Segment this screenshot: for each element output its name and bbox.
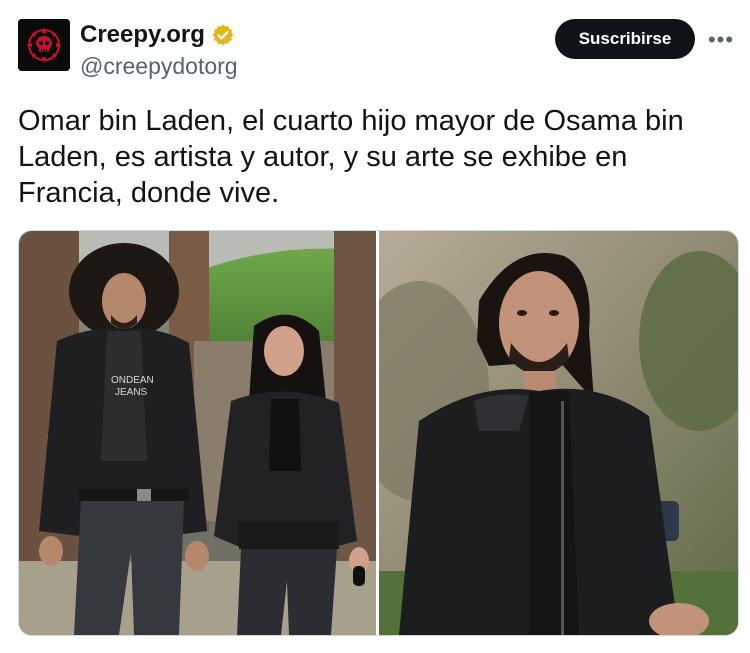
author-name-row: Creepy.org — [80, 20, 235, 50]
user-handle[interactable]: @creepydotorg — [80, 52, 238, 80]
skull-logo-icon — [18, 19, 70, 71]
tweet-text: Omar bin Laden, el cuarto hijo mayor de … — [18, 105, 684, 209]
tweet-media[interactable]: ONDEAN JEANS — [18, 230, 739, 636]
svg-text:JEANS: JEANS — [115, 387, 148, 398]
tweet: Creepy.org @creepydotorg Suscribirse •••… — [0, 0, 750, 653]
subscribe-button[interactable]: Suscribirse — [555, 19, 695, 59]
verified-badge-icon — [211, 23, 235, 47]
more-options-icon[interactable]: ••• — [703, 22, 739, 58]
photo-couple-walking[interactable]: ONDEAN JEANS — [19, 231, 376, 635]
svg-text:ONDEAN: ONDEAN — [111, 375, 154, 386]
avatar[interactable] — [18, 19, 70, 71]
photo-man-portrait[interactable] — [379, 231, 738, 635]
display-name[interactable]: Creepy.org — [80, 20, 205, 50]
